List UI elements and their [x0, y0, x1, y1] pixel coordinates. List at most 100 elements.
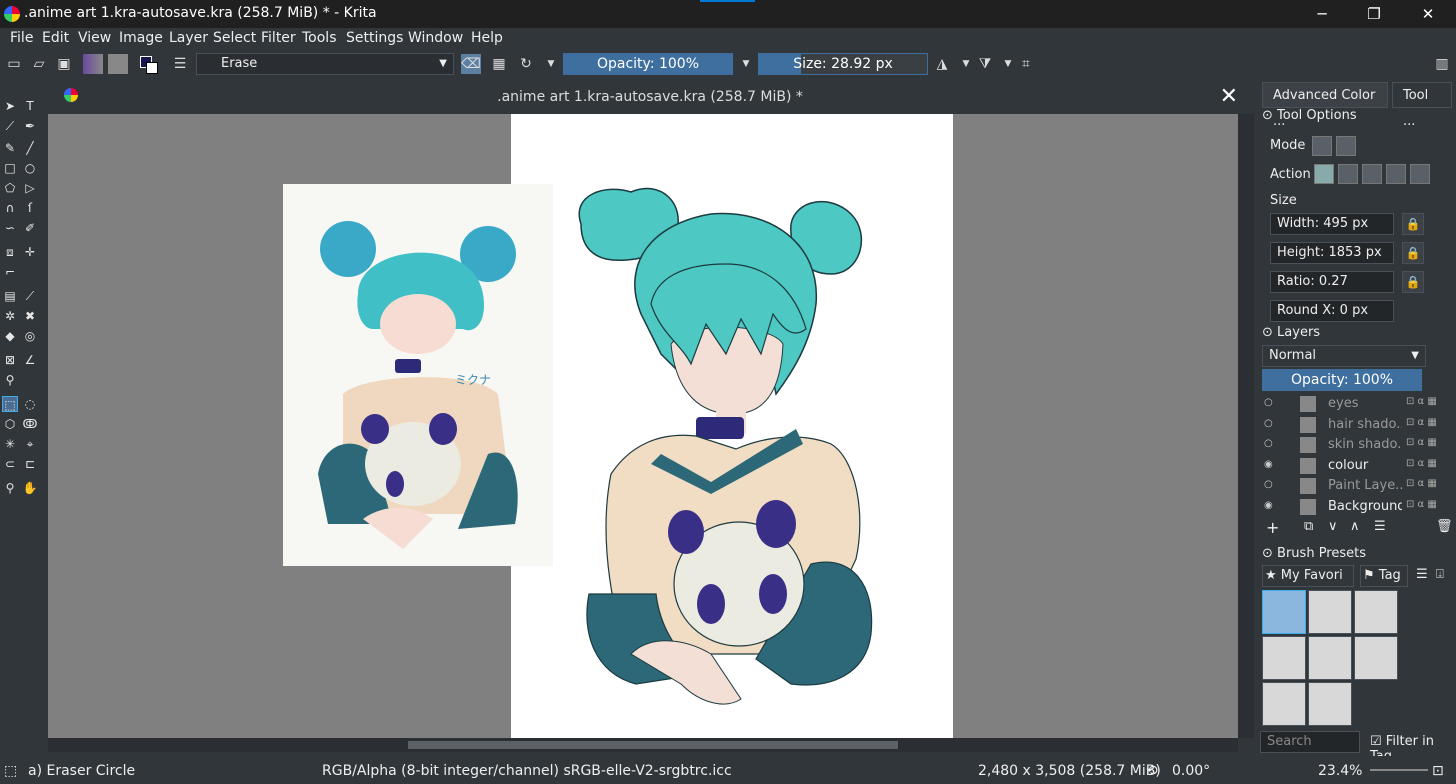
rect-select-icon[interactable]: ⬚	[2, 396, 18, 412]
wrap-around-icon[interactable]: ⌗	[1016, 54, 1036, 74]
eye-hidden-icon[interactable]: ○	[1264, 397, 1276, 409]
multibrush-icon[interactable]: ✐	[22, 220, 38, 236]
tab-tool-options[interactable]: Tool ...	[1392, 82, 1452, 129]
tab-advanced-color[interactable]: Advanced Color ...	[1262, 82, 1388, 129]
calligraphy-icon[interactable]: ✒	[22, 118, 38, 134]
menu-filter[interactable]: Filter	[261, 30, 296, 46]
rotation-icon[interactable]: ⟲	[1146, 763, 1158, 779]
eye-hidden-icon[interactable]: ○	[1264, 479, 1276, 491]
menu-view[interactable]: View	[78, 30, 111, 46]
blend-mode-select[interactable]: Normal ▼	[1262, 345, 1426, 367]
workspace-icon[interactable]: ▥	[1432, 54, 1452, 74]
layer-row[interactable]: ◉ Background ⊡ α ▦	[1262, 497, 1440, 517]
layer-flags-icon[interactable]: ⊡ α ▦	[1406, 437, 1437, 448]
crop-tool-icon[interactable]: ⌐	[2, 264, 18, 280]
text-tool-icon[interactable]: T	[22, 98, 38, 114]
gradient-tool-icon[interactable]: ▤	[2, 288, 18, 304]
freehand-brush-icon[interactable]: ✎	[2, 140, 18, 156]
add-layer-icon[interactable]: +	[1266, 518, 1279, 537]
menu-layer[interactable]: Layer	[169, 30, 208, 46]
eye-hidden-icon[interactable]: ○	[1264, 438, 1276, 450]
gradient-swatch[interactable]	[83, 54, 103, 74]
brush-settings-icon[interactable]: ☰	[170, 54, 190, 74]
menu-tools[interactable]: Tools	[302, 30, 337, 46]
chevron-down-icon[interactable]: ▼	[736, 54, 756, 74]
select-shapes-icon[interactable]: ➤	[2, 98, 18, 114]
layer-flags-icon[interactable]: ⊡ α ▦	[1406, 499, 1437, 510]
reference-pin-icon[interactable]: ⚲	[2, 372, 18, 388]
brush-preset-highlighter[interactable]	[1262, 682, 1306, 726]
lock-height-icon[interactable]: 🔒	[1402, 242, 1424, 264]
polyline-tool-icon[interactable]: ▷	[22, 180, 38, 196]
brush-preset-combo[interactable]: Erase ▼	[196, 53, 454, 75]
action-symmetric-button[interactable]	[1410, 164, 1430, 184]
lock-panel-icon[interactable]: ⊙	[1262, 325, 1273, 340]
eye-visible-icon[interactable]: ◉	[1264, 500, 1276, 512]
canvas-vertical-scrollbar[interactable]	[1238, 114, 1254, 738]
pan-tool-icon[interactable]: ✋	[22, 480, 38, 496]
move-up-icon[interactable]: ∧	[1350, 519, 1360, 534]
action-subtract-button[interactable]	[1386, 164, 1406, 184]
mode-replace-button[interactable]	[1312, 136, 1332, 156]
brush-preset-pencil[interactable]	[1308, 636, 1352, 680]
eye-visible-icon[interactable]: ◉	[1264, 459, 1276, 471]
eye-hidden-icon[interactable]: ○	[1264, 418, 1276, 430]
canvas-area[interactable]: ミクナ	[48, 114, 1238, 738]
layer-row[interactable]: ○ Paint Laye... ⊡ α ▦	[1262, 476, 1440, 496]
move-tool-icon[interactable]: ✛	[22, 244, 38, 260]
scroll-thumb[interactable]	[408, 741, 898, 749]
restore-button[interactable]: ❐	[1348, 0, 1400, 28]
ellipse-tool-icon[interactable]: ○	[22, 160, 38, 176]
mirror-horizontal-icon[interactable]: ◮	[932, 54, 952, 74]
enclose-fill-icon[interactable]: ◎	[22, 328, 38, 344]
layer-row[interactable]: ○ hair shado... ⊡ α ▦	[1262, 415, 1440, 435]
ellipse-select-icon[interactable]: ◌	[22, 396, 38, 412]
menu-image[interactable]: Image	[119, 30, 163, 46]
duplicate-layer-icon[interactable]: ⧉	[1304, 519, 1313, 534]
polygon-tool-icon[interactable]: ⬠	[2, 180, 18, 196]
chevron-down-icon[interactable]: ▼	[956, 54, 976, 74]
zoom-tool-icon[interactable]: ⚲	[2, 480, 18, 496]
status-zoom[interactable]: 23.4%	[1318, 763, 1362, 779]
brush-preset-soft-eraser[interactable]	[1308, 590, 1352, 634]
action-add-button[interactable]	[1362, 164, 1382, 184]
document-tab[interactable]: .anime art 1.kra-autosave.kra (258.7 MiB…	[46, 80, 1254, 114]
reload-preset-icon[interactable]: ↻	[516, 54, 536, 74]
status-rotation[interactable]: 0.00°	[1172, 763, 1210, 779]
open-folder-icon[interactable]: ▱	[29, 54, 49, 74]
brush-preset-marker[interactable]	[1354, 636, 1398, 680]
menu-edit[interactable]: Edit	[42, 30, 69, 46]
canvas-paper[interactable]	[511, 114, 953, 738]
layer-row[interactable]: ○ eyes ⊡ α ▦	[1262, 394, 1440, 414]
opacity-slider[interactable]: Opacity: 100%	[563, 53, 733, 75]
tag-button[interactable]: ⚑ Tag	[1360, 565, 1408, 587]
menu-window[interactable]: Window	[408, 30, 463, 46]
pattern-swatch[interactable]	[108, 54, 128, 74]
menu-settings[interactable]: Settings	[346, 30, 403, 46]
layer-row[interactable]: ○ skin shado... ⊡ α ▦	[1262, 435, 1440, 455]
reference-image[interactable]: ミクナ	[283, 184, 553, 566]
line-tool-icon[interactable]: ╱	[22, 140, 38, 156]
chevron-down-icon[interactable]: ▼	[541, 54, 561, 74]
transform-tool-icon[interactable]: ⧈	[2, 244, 18, 260]
bezier-select-icon[interactable]: ⊂	[2, 456, 18, 472]
edit-shapes-icon[interactable]: ⟋	[2, 118, 18, 134]
close-window-button[interactable]: ✕	[1402, 0, 1454, 28]
layer-properties-icon[interactable]: ☰	[1374, 519, 1386, 534]
color-picker-icon[interactable]: ⟋	[22, 288, 38, 304]
minimize-button[interactable]: ─	[1296, 0, 1348, 28]
contiguous-select-icon[interactable]: ✳	[2, 436, 18, 452]
rectangle-tool-icon[interactable]: □	[2, 160, 18, 176]
eraser-mode-icon[interactable]: ⌫	[461, 54, 481, 74]
layer-flags-icon[interactable]: ⊡ α ▦	[1406, 478, 1437, 489]
brush-tag-filter[interactable]: ★ My Favori	[1262, 565, 1354, 587]
fill-tool-icon[interactable]: ◆	[2, 328, 18, 344]
lock-panel-icon[interactable]: ⊙	[1262, 108, 1273, 123]
brush-preset-ink[interactable]	[1262, 636, 1306, 680]
canvas-horizontal-scrollbar[interactable]	[48, 738, 1238, 752]
mode-shape-button[interactable]	[1336, 136, 1356, 156]
measure-tool-icon[interactable]: ∠	[22, 352, 38, 368]
layer-flags-icon[interactable]: ⊡ α ▦	[1406, 396, 1437, 407]
round-x-field[interactable]: Round X: 0 px	[1270, 300, 1394, 322]
height-field[interactable]: Height: 1853 px	[1270, 242, 1394, 264]
